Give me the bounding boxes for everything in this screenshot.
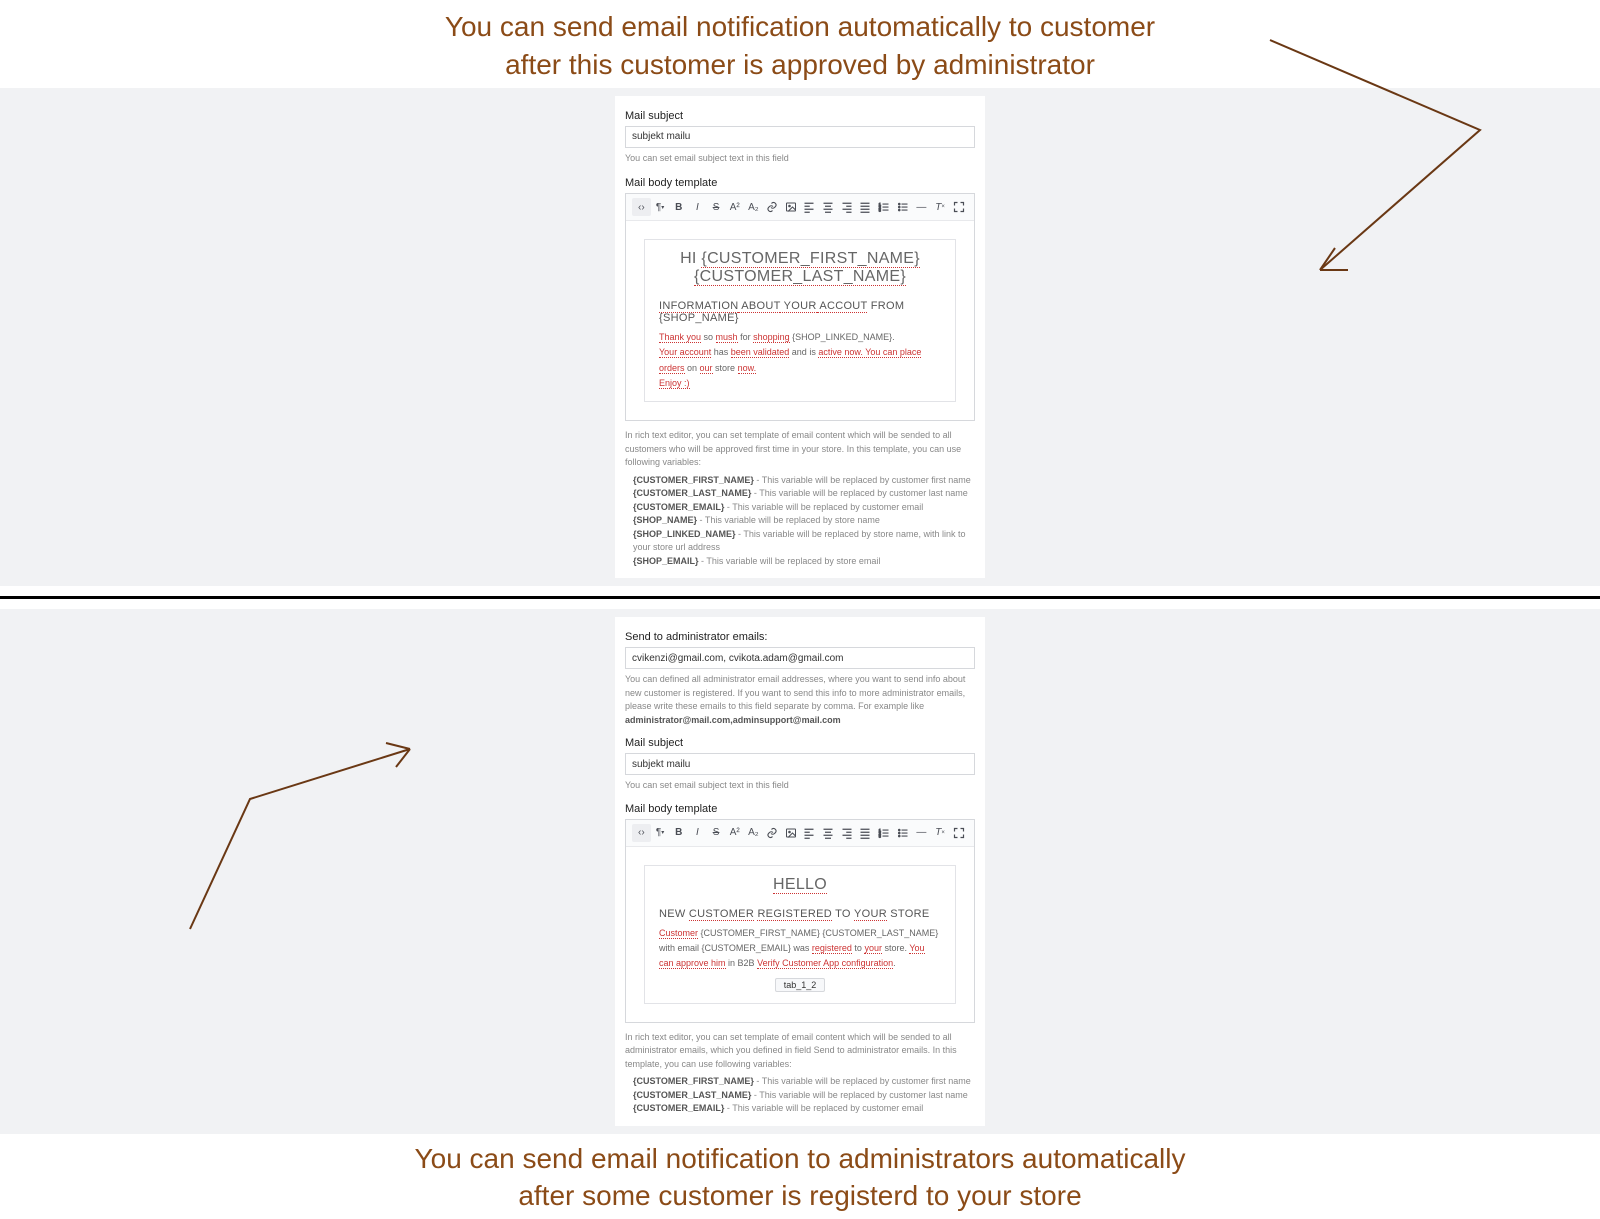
hero-bottom-line1: You can send email notification to admin… — [180, 1140, 1420, 1178]
svg-text:3: 3 — [879, 209, 881, 213]
superscript-icon[interactable]: A² — [725, 198, 744, 216]
mail-subject-help: You can set email subject text in this f… — [625, 152, 975, 166]
link-icon[interactable] — [763, 824, 782, 842]
subscript-icon[interactable]: A₂ — [744, 824, 763, 842]
bold-icon[interactable]: B — [669, 198, 688, 216]
hero-top-line2: after this customer is approved by admin… — [180, 46, 1420, 84]
unordered-list-icon[interactable] — [893, 198, 912, 216]
template-placeholder-tag[interactable]: tab_1_2 — [775, 978, 826, 992]
subscript-icon[interactable]: A₂ — [744, 198, 763, 216]
paragraph-format-icon[interactable]: ¶▾ — [651, 198, 670, 216]
align-right-icon[interactable] — [837, 198, 856, 216]
image-icon[interactable] — [781, 824, 800, 842]
italic-icon[interactable]: I — [688, 198, 707, 216]
align-center-icon[interactable] — [819, 824, 838, 842]
template-body-2: Customer {CUSTOMER_FIRST_NAME} {CUSTOMER… — [659, 926, 941, 972]
editor-toolbar: ‹› ¶▾ B I S A² A₂ — [626, 194, 974, 221]
clear-format-icon[interactable]: T× — [931, 824, 950, 842]
align-left-icon[interactable] — [800, 824, 819, 842]
mail-body-label-2: Mail body template — [625, 803, 975, 815]
link-icon[interactable] — [763, 198, 782, 216]
admin-emails-input[interactable] — [625, 647, 975, 669]
rich-text-editor-2: ‹› ¶▾ B I S A² A₂ 123 — [625, 819, 975, 1023]
mail-body-label: Mail body template — [625, 177, 975, 189]
editor-canvas-2[interactable]: HELLO NEW CUSTOMER REGISTERED TO YOUR ST… — [626, 847, 974, 1022]
align-justify-icon[interactable] — [856, 824, 875, 842]
strike-icon[interactable]: S — [707, 824, 726, 842]
strike-icon[interactable]: S — [707, 198, 726, 216]
variables-list-2: {CUSTOMER_FIRST_NAME} - This variable wi… — [625, 1075, 975, 1116]
mail-subject-input[interactable] — [625, 126, 975, 148]
fullscreen-icon[interactable] — [949, 198, 968, 216]
clear-format-icon[interactable]: T× — [931, 198, 950, 216]
hero-bottom-line2: after some customer is registerd to your… — [180, 1177, 1420, 1215]
paragraph-format-icon[interactable]: ¶▾ — [651, 824, 670, 842]
rich-text-editor: ‹› ¶▾ B I S A² A₂ — [625, 193, 975, 421]
template-heading: HI {CUSTOMER_FIRST_NAME} {CUSTOMER_LAST_… — [659, 250, 941, 286]
align-right-icon[interactable] — [837, 824, 856, 842]
template-section-title: INFORMATION ABOUT YOUR ACCOUT FROM {SHOP… — [659, 300, 941, 324]
italic-icon[interactable]: I — [688, 824, 707, 842]
mail-subject-help-2: You can set email subject text in this f… — [625, 779, 975, 793]
mail-subject-label-2: Mail subject — [625, 737, 975, 749]
fullscreen-icon[interactable] — [949, 824, 968, 842]
code-view-icon[interactable]: ‹› — [632, 824, 651, 842]
editor-canvas[interactable]: HI {CUSTOMER_FIRST_NAME} {CUSTOMER_LAST_… — [626, 221, 974, 420]
svg-text:3: 3 — [879, 834, 881, 838]
code-view-icon[interactable]: ‹› — [632, 198, 651, 216]
variables-list: {CUSTOMER_FIRST_NAME} - This variable wi… — [625, 474, 975, 569]
section-divider — [0, 596, 1600, 599]
template-body: Thank you so mush for shopping {SHOP_LIN… — [659, 330, 941, 391]
admin-emails-help: You can defined all administrator email … — [625, 673, 975, 727]
template-heading-2: HELLO — [659, 876, 941, 894]
admin-emails-label: Send to administrator emails: — [625, 631, 975, 643]
mail-subject-input-2[interactable] — [625, 753, 975, 775]
horizontal-rule-icon[interactable]: ― — [912, 198, 931, 216]
bold-icon[interactable]: B — [669, 824, 688, 842]
hero-bottom: You can send email notification to admin… — [0, 1134, 1600, 1219]
editor-help: In rich text editor, you can set templat… — [625, 429, 975, 470]
editor-toolbar-2: ‹› ¶▾ B I S A² A₂ 123 — [626, 820, 974, 847]
superscript-icon[interactable]: A² — [725, 824, 744, 842]
align-center-icon[interactable] — [819, 198, 838, 216]
horizontal-rule-icon[interactable]: ― — [912, 824, 931, 842]
align-justify-icon[interactable] — [856, 198, 875, 216]
align-left-icon[interactable] — [800, 198, 819, 216]
hero-top-line1: You can send email notification automati… — [180, 8, 1420, 46]
ordered-list-icon[interactable]: 123 — [875, 198, 894, 216]
hero-top: You can send email notification automati… — [0, 0, 1600, 88]
unordered-list-icon[interactable] — [893, 824, 912, 842]
template-section-title-2: NEW CUSTOMER REGISTERED TO YOUR STORE — [659, 908, 941, 920]
mail-subject-label: Mail subject — [625, 110, 975, 122]
image-icon[interactable] — [781, 198, 800, 216]
ordered-list-icon[interactable]: 123 — [875, 824, 894, 842]
editor-help-2: In rich text editor, you can set templat… — [625, 1031, 975, 1072]
